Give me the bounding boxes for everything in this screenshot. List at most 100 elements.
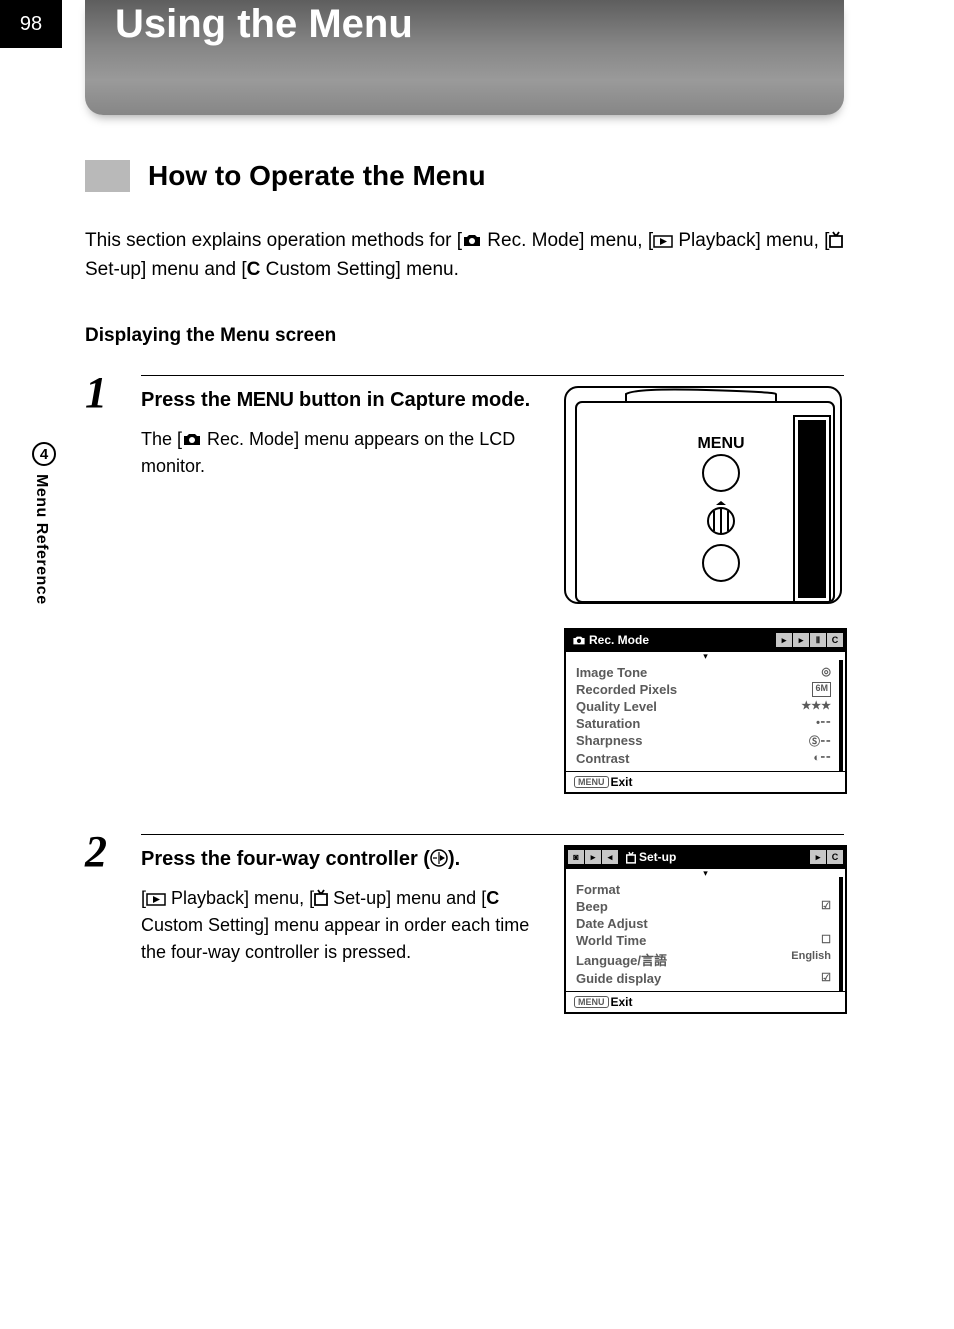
chapter-title: Using the Menu (85, 0, 844, 48)
list-item: Beep☑ (566, 898, 845, 915)
intro-paragraph: This section explains operation methods … (85, 226, 844, 285)
item-label: Image Tone (576, 665, 647, 680)
item-value: Ⓢ⁃⁃ (809, 733, 831, 749)
text: Playback] menu, [ (166, 888, 314, 908)
item-value: ◎ (821, 665, 831, 680)
playback-tab-icon: ▸ (585, 850, 601, 864)
item-label: Sharpness (576, 733, 642, 749)
list-item: Saturation •⁃⁃ (566, 715, 845, 732)
lcd-inactive-tabs-left: ◙ ▸ ◂ (566, 847, 620, 868)
custom-c-icon: C (486, 888, 499, 908)
lcd-menu-items: Image Tone ◎ Recorded Pixels 6M Quality Le… (566, 660, 845, 771)
playback-tab-icon: ▸ (793, 633, 809, 647)
step-heading: Press the four-way controller (). (141, 845, 544, 873)
menu-button-label: MENU (574, 996, 609, 1008)
lcd-tab-label: Rec. Mode (589, 633, 649, 647)
item-label: Language/言語 (576, 950, 667, 969)
item-label: Contrast (576, 751, 629, 766)
list-item: Date Adjust (566, 915, 845, 932)
list-item: Image Tone ◎ (566, 664, 845, 681)
list-item: Quality Level ★★★ (566, 698, 845, 715)
scroll-down-icon: ▾ (566, 652, 845, 660)
subsection-heading: Displaying the Menu screen (85, 325, 844, 347)
menu-button-label: MENU (574, 776, 609, 788)
text: The [ (141, 429, 182, 449)
step-figure: ◙ ▸ ◂ Set-up ▸ C ▾ (564, 845, 844, 1014)
step-number: 1 (85, 371, 119, 794)
text: Press the (141, 389, 237, 411)
svg-text:MENU: MENU (697, 435, 744, 452)
side-tab: 4 Menu Reference (32, 442, 56, 605)
side-tab-label: Menu Reference (32, 474, 50, 605)
list-item: Guide display☑ (566, 970, 845, 987)
list-item: Contrast ◐⁃⁃ (566, 750, 845, 767)
setup-icon (626, 851, 636, 864)
list-item: Sharpness Ⓢ⁃⁃ (566, 732, 845, 750)
item-value: ◐⁃⁃ (813, 751, 831, 766)
item-value: ☑ (821, 899, 831, 914)
item-label: Date Adjust (576, 916, 648, 931)
step-text: Press the MENU button in Capture mode. T… (141, 386, 544, 794)
scroll-down-icon: ▾ (566, 869, 845, 877)
text: Custom Setting] menu. (260, 259, 459, 280)
item-label: World Time (576, 933, 646, 948)
text: button in Capture mode. (294, 389, 531, 411)
item-value: •⁃⁃ (816, 716, 831, 731)
lcd-active-tab: Set-up (620, 847, 808, 868)
page-number: 98 (0, 0, 62, 48)
scrollbar (839, 660, 843, 771)
item-label: Recorded Pixels (576, 682, 677, 697)
text: This section explains operation methods … (85, 230, 462, 251)
lcd-screen-setup: ◙ ▸ ◂ Set-up ▸ C ▾ (564, 845, 847, 1014)
item-label: Guide display (576, 971, 661, 986)
setup-icon (829, 231, 843, 248)
lcd-exit-row: MENU Exit (566, 771, 845, 792)
list-item: World Time ☐ (566, 932, 845, 949)
arrow-right-icon: ▸ (776, 633, 792, 647)
text: Set-up] menu and [ (85, 259, 247, 280)
exit-label: Exit (611, 775, 633, 789)
text: Custom Setting] menu appear in order eac… (141, 915, 529, 962)
step: 2 Press the four-way controller (). [ Pl… (85, 834, 844, 1014)
four-way-right-icon (430, 849, 448, 867)
camera-icon (182, 432, 202, 447)
setup-tab-icon: Ⅱ (810, 633, 826, 647)
lcd-inactive-tabs: ▸ ▸ Ⅱ C (774, 630, 845, 651)
item-label: Saturation (576, 716, 640, 731)
arrow-right-icon: ▸ (810, 850, 826, 864)
lcd-exit-row: MENU Exit (566, 991, 845, 1012)
custom-c-icon: C (247, 259, 261, 280)
lcd-menu-items: Format Beep☑ Date Adjust World Time ☐ Lan… (566, 877, 845, 991)
playback-icon (146, 893, 166, 906)
setup-icon (314, 889, 328, 906)
lcd-tabs: ◙ ▸ ◂ Set-up ▸ C (566, 847, 845, 869)
list-item: Language/言語English (566, 949, 845, 970)
chapter-number-badge: 4 (32, 442, 56, 466)
text: Set-up] menu and [ (328, 888, 486, 908)
camera-icon (462, 233, 482, 248)
item-value: ☐ (821, 933, 831, 948)
item-label: Format (576, 882, 620, 897)
step-description: The [ Rec. Mode] menu appears on the LCD… (141, 426, 544, 480)
lcd-active-tab: Rec. Mode (566, 630, 774, 651)
text: Playback] menu, [ (673, 230, 829, 251)
playback-icon (653, 235, 673, 248)
lcd-tabs: Rec. Mode ▸ ▸ Ⅱ C (566, 630, 845, 652)
step-description: [ Playback] menu, [ Set-up] menu and [C … (141, 885, 544, 966)
lcd-screen-rec-mode: Rec. Mode ▸ ▸ Ⅱ C ▾ Image Tone ◎ Recorded… (564, 628, 847, 794)
exit-label: Exit (611, 995, 633, 1009)
item-label: Quality Level (576, 699, 657, 714)
list-item: Recorded Pixels 6M (566, 681, 845, 698)
step-body: Press the MENU button in Capture mode. T… (141, 375, 844, 794)
item-value: 6M (812, 682, 831, 697)
section-heading: How to Operate the Menu (85, 160, 844, 192)
arrow-left-icon: ◂ (602, 850, 618, 864)
scrollbar (839, 877, 843, 991)
camera-diagram: MENU (564, 386, 842, 604)
step-number: 2 (85, 830, 119, 1014)
step-text: Press the four-way controller (). [ Play… (141, 845, 544, 1014)
item-value: ★★★ (801, 699, 831, 714)
list-item: Format (566, 881, 845, 898)
camera-tab-icon: ◙ (568, 850, 584, 864)
lcd-inactive-tabs-right: ▸ C (808, 847, 845, 868)
